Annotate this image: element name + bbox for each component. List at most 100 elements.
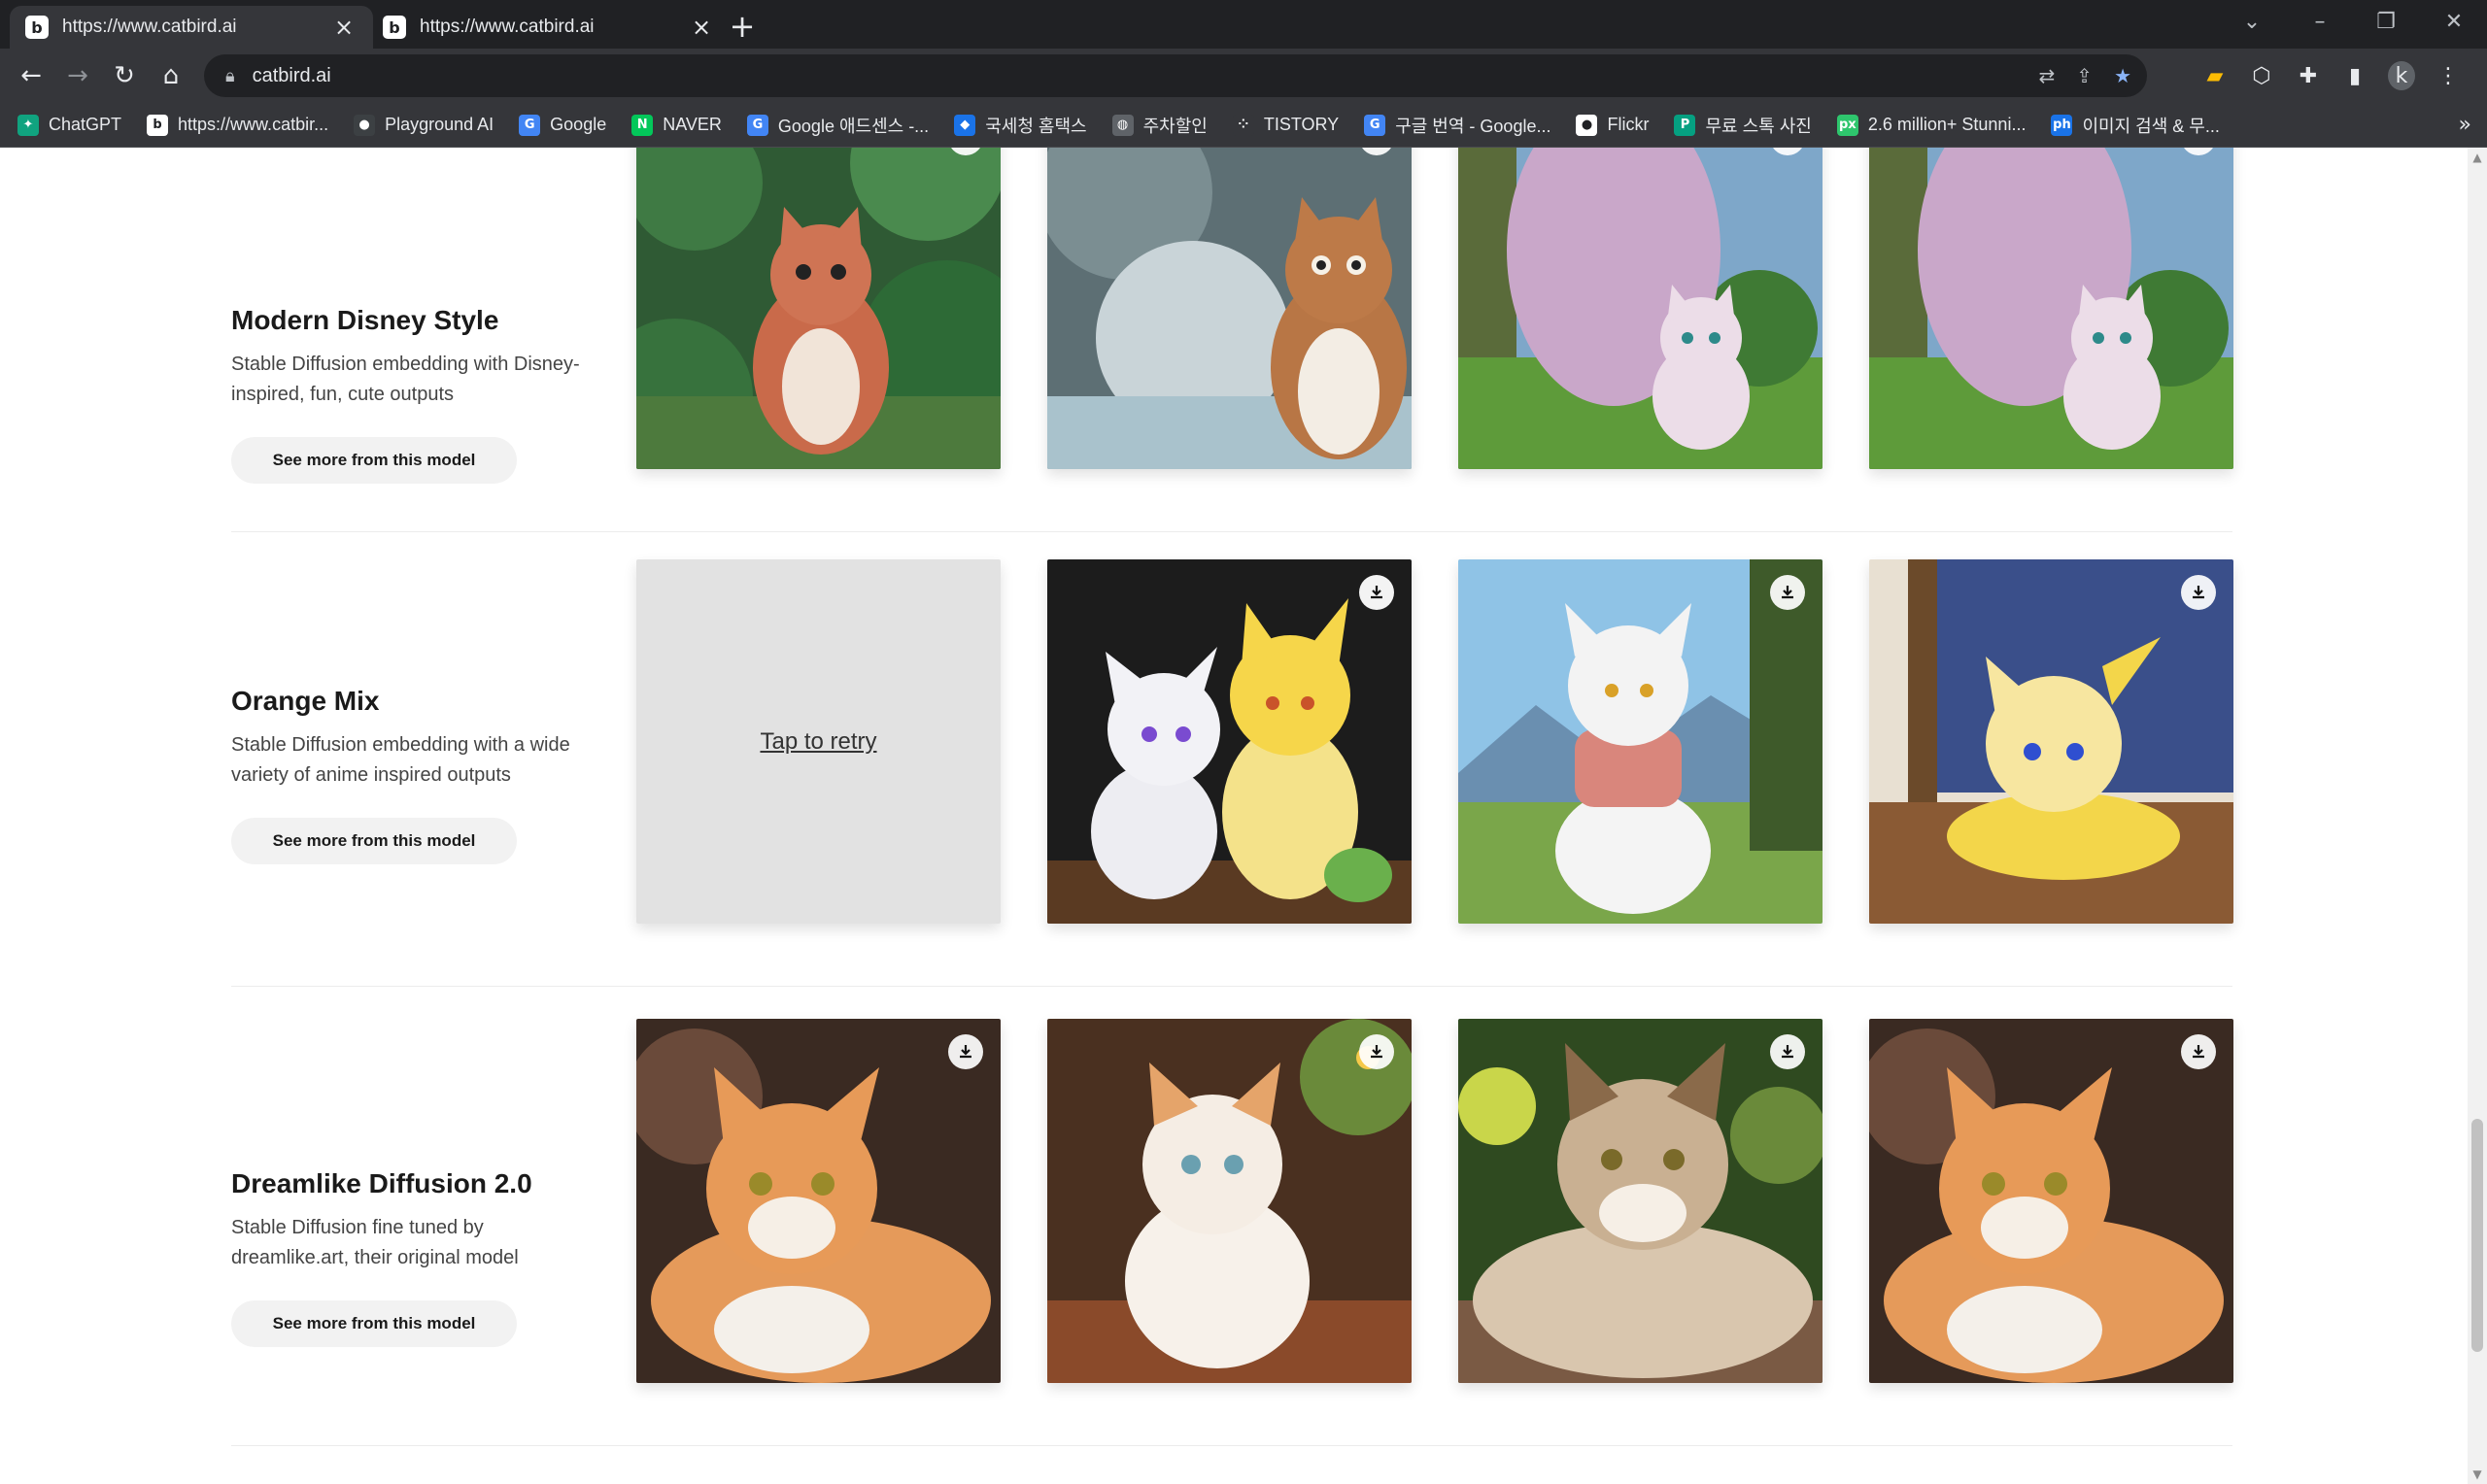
scrollbar-thumb[interactable] bbox=[2471, 1119, 2483, 1352]
sample-image[interactable] bbox=[1869, 559, 2233, 924]
extensions-puzzle-icon[interactable]: ✚ bbox=[2295, 64, 2322, 88]
anime-cat-girl-meadow-image bbox=[1458, 559, 1823, 924]
bookmark-label: NAVER bbox=[663, 115, 722, 134]
extension-openai-icon[interactable]: ⬡ bbox=[2248, 64, 2275, 88]
restore-icon[interactable]: ❐ bbox=[2355, 0, 2417, 43]
bookmarks-bar: ✦ ChatGPT b https://www.catbir... ● Playgroun… bbox=[0, 103, 2487, 148]
bookmark-item[interactable]: ⁘ TISTORY bbox=[1232, 114, 1339, 136]
retry-link[interactable]: Tap to retry bbox=[760, 728, 876, 756]
download-icon bbox=[1371, 586, 1382, 599]
pixabay-icon: px bbox=[1836, 114, 1858, 136]
bookmarks-overflow-icon[interactable]: » bbox=[2459, 113, 2471, 137]
download-icon bbox=[2193, 1045, 2204, 1059]
bookmark-item[interactable]: b https://www.catbir... bbox=[147, 114, 329, 136]
bookmark-item[interactable]: G Google 애드센스 -... bbox=[746, 113, 930, 138]
sample-image[interactable] bbox=[1458, 559, 1823, 924]
profile-avatar[interactable]: k bbox=[2388, 61, 2415, 90]
bookmark-item[interactable]: px 2.6 million+ Stunni... bbox=[1836, 114, 2027, 136]
close-tab-icon[interactable]: × bbox=[330, 14, 358, 41]
minimize-icon[interactable]: – bbox=[2289, 0, 2351, 43]
tab-catbird-2[interactable]: b https://www.catbird.ai × bbox=[367, 6, 731, 49]
bookmark-item[interactable]: N NAVER bbox=[631, 114, 722, 136]
bookmark-label: https://www.catbir... bbox=[178, 115, 329, 134]
sample-image[interactable] bbox=[1458, 148, 1823, 469]
translate-icon[interactable]: ⇄ bbox=[2039, 64, 2056, 87]
home-icon[interactable]: ⌂ bbox=[152, 56, 190, 95]
download-button[interactable] bbox=[2181, 1034, 2216, 1069]
model-description: Stable Diffusion embedding with Disney-i… bbox=[231, 354, 580, 405]
sample-image[interactable] bbox=[1047, 1019, 1412, 1383]
lock-icon: 🔒︎ bbox=[225, 65, 235, 86]
chatgpt-icon: ✦ bbox=[17, 114, 39, 136]
bookmark-label: 이미지 검색 & 무... bbox=[2082, 116, 2220, 136]
anime-yellow-cat-table-image bbox=[1869, 559, 2233, 924]
tab-title: https://www.catbird.ai bbox=[420, 17, 595, 37]
bookmark-item[interactable]: ph 이미지 검색 & 무... bbox=[2051, 113, 2220, 138]
tabby-cat-lying-image bbox=[1869, 1019, 2233, 1383]
download-button[interactable] bbox=[2181, 575, 2216, 610]
close-window-icon[interactable]: ✕ bbox=[2423, 0, 2485, 43]
pexels-icon: P bbox=[1674, 114, 1696, 136]
bookmark-item[interactable]: P 무료 스톡 사진 bbox=[1674, 113, 1812, 138]
sample-image[interactable] bbox=[636, 148, 1001, 469]
bookmark-item[interactable]: ● Flickr bbox=[1576, 114, 1650, 136]
tab-catbird-1[interactable]: b https://www.catbird.ai × bbox=[10, 6, 373, 49]
download-button[interactable] bbox=[1359, 575, 1394, 610]
browser-toolbar: ← → ↻ ⌂ 🔒︎ catbird.ai ⇄ ⇪ ★ ▰ ⬡ ✚ ▮ k ⋮ bbox=[0, 49, 2487, 103]
close-tab-icon[interactable]: × bbox=[688, 14, 715, 41]
bookmark-label: Flickr bbox=[1607, 115, 1650, 134]
new-tab-button[interactable]: + bbox=[723, 8, 762, 45]
scroll-down-icon[interactable]: ▼ bbox=[2471, 1468, 2483, 1480]
download-icon bbox=[1782, 1045, 1793, 1059]
bookmark-item[interactable]: ✦ ChatGPT bbox=[17, 114, 122, 136]
hometax-icon: ◆ bbox=[954, 114, 976, 136]
reload-icon[interactable]: ↻ bbox=[105, 56, 144, 95]
see-more-button[interactable]: See more from this model bbox=[231, 437, 517, 484]
bookmark-item[interactable]: G 구글 번역 - Google... bbox=[1364, 113, 1550, 138]
disney-cat-forest-image bbox=[636, 148, 1001, 469]
bookmark-label: 2.6 million+ Stunni... bbox=[1867, 115, 2027, 134]
model-title: Orange Mix bbox=[231, 686, 380, 716]
sample-image[interactable] bbox=[1869, 148, 2233, 469]
bookmark-item[interactable]: ● Playground AI bbox=[354, 114, 494, 136]
menu-kebab-icon[interactable]: ⋮ bbox=[2435, 64, 2462, 88]
row-divider bbox=[231, 1445, 2232, 1446]
tab-search-icon[interactable]: ⌄ bbox=[2221, 0, 2283, 43]
sample-image[interactable] bbox=[636, 1019, 1001, 1383]
bookmark-label: ChatGPT bbox=[49, 115, 122, 134]
see-more-button[interactable]: See more from this model bbox=[231, 1300, 517, 1347]
download-icon bbox=[960, 1045, 971, 1059]
download-button[interactable] bbox=[1359, 1034, 1394, 1069]
address-url: catbird.ai bbox=[252, 64, 331, 86]
extension-note-icon[interactable]: ▰ bbox=[2201, 64, 2229, 88]
sample-image[interactable] bbox=[1869, 1019, 2233, 1383]
page-scrollbar[interactable]: ▲ ▼ bbox=[2468, 148, 2487, 1484]
sample-image[interactable] bbox=[1047, 559, 1412, 924]
model-description: Stable Diffusion embedding with a wide v… bbox=[231, 734, 570, 786]
forward-icon[interactable]: → bbox=[58, 56, 97, 95]
bookmark-label: Google 애드센스 -... bbox=[777, 116, 930, 136]
back-icon[interactable]: ← bbox=[12, 56, 51, 95]
tistory-icon: ⁘ bbox=[1232, 114, 1254, 136]
sample-image[interactable] bbox=[1458, 1019, 1823, 1383]
model-row-disney: Modern Disney Style Stable Diffusion emb… bbox=[231, 148, 2233, 532]
address-bar[interactable]: 🔒︎ catbird.ai ⇄ ⇪ ★ bbox=[204, 54, 2147, 97]
playground-icon: ● bbox=[354, 114, 376, 136]
download-button[interactable] bbox=[1770, 575, 1805, 610]
bookmark-label: Playground AI bbox=[385, 115, 494, 134]
download-button[interactable] bbox=[1770, 1034, 1805, 1069]
bookmark-item[interactable]: ◆ 국세청 홈택스 bbox=[954, 113, 1087, 138]
side-panel-icon[interactable]: ▮ bbox=[2341, 64, 2368, 88]
white-orange-cat-sitting-image bbox=[1047, 1019, 1412, 1383]
sample-image[interactable] bbox=[1047, 148, 1412, 469]
failed-image-placeholder[interactable]: Tap to retry bbox=[636, 559, 1001, 924]
bookmark-item[interactable]: ◍ 주차할인 bbox=[1111, 113, 1208, 138]
see-more-button[interactable]: See more from this model bbox=[231, 818, 517, 864]
download-button[interactable] bbox=[948, 1034, 983, 1069]
download-icon bbox=[2193, 586, 2204, 599]
bookmark-item[interactable]: G Google bbox=[519, 114, 606, 136]
scroll-up-icon[interactable]: ▲ bbox=[2471, 152, 2483, 163]
share-icon[interactable]: ⇪ bbox=[2076, 64, 2093, 87]
bookmark-star-icon[interactable]: ★ bbox=[2114, 64, 2131, 87]
model-title: Modern Disney Style bbox=[231, 305, 499, 335]
